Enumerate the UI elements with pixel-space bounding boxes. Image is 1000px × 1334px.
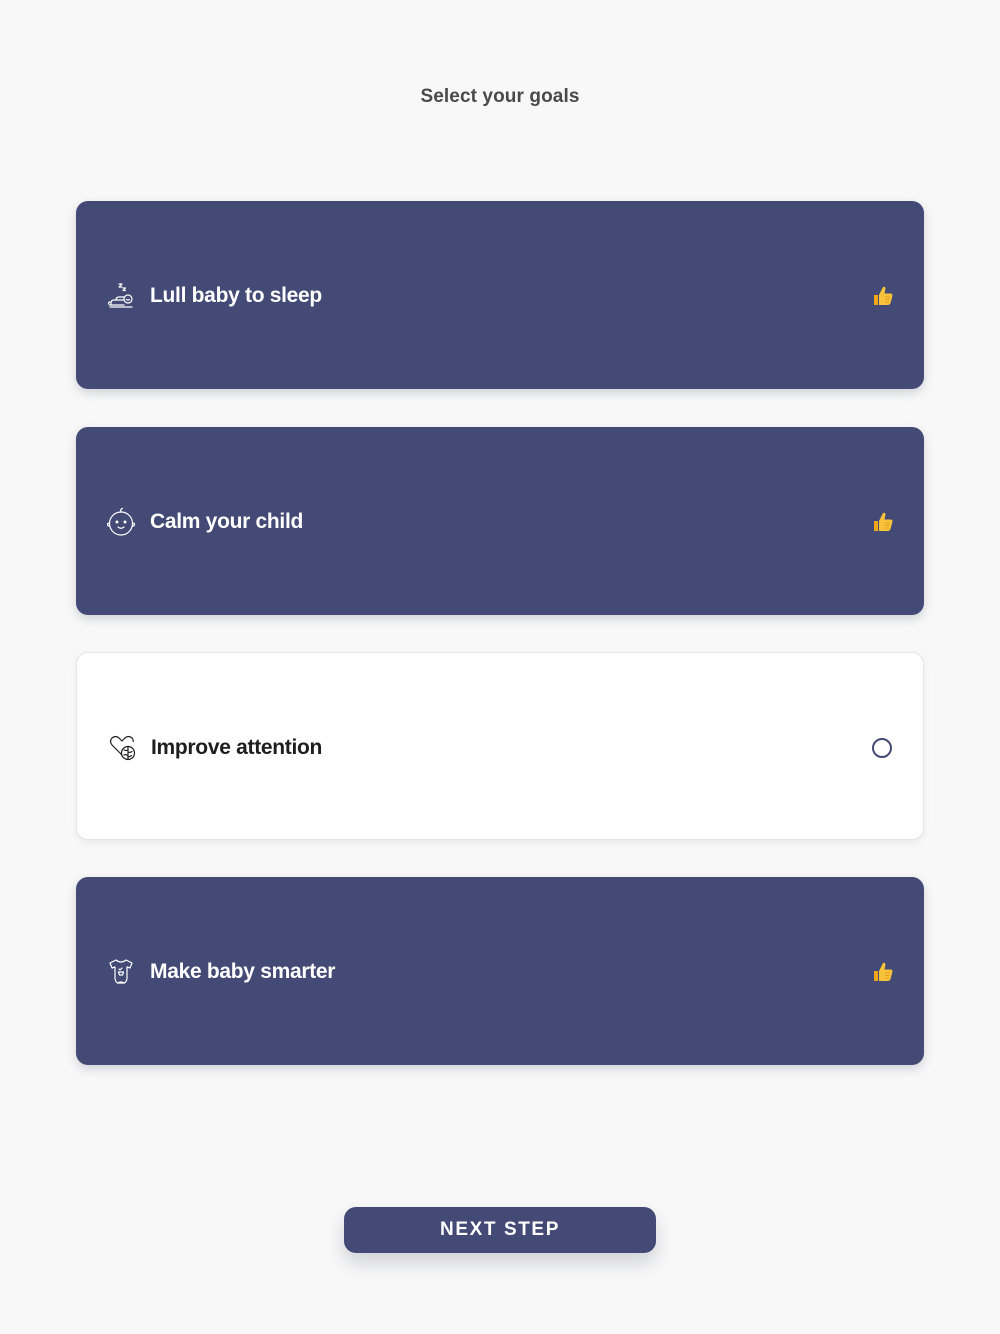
goal-card-make-baby-smarter[interactable]: Make baby smarter <box>76 877 924 1065</box>
goal-label: Improve attention <box>151 736 323 759</box>
goal-card-calm-your-child[interactable]: Calm your child <box>76 427 924 615</box>
goal-label: Lull baby to sleep <box>150 284 322 307</box>
page-title: Select your goals <box>420 86 580 107</box>
goal-label: Make baby smarter <box>150 960 336 983</box>
goal-selection-screen: Select your goals Lull baby to sleep Cal… <box>0 0 1000 1334</box>
goal-label: Calm your child <box>150 510 304 533</box>
goal-card-lull-baby-to-sleep[interactable]: Lull baby to sleep <box>76 201 924 389</box>
next-step-button[interactable]: NEXT STEP <box>344 1207 656 1253</box>
thumbs-up-icon <box>870 959 896 985</box>
heart-brain-icon <box>107 733 137 763</box>
thumbs-up-icon <box>870 509 896 535</box>
sleeping-baby-icon <box>106 281 136 311</box>
thumbs-up-icon <box>870 283 896 309</box>
radio-empty-icon <box>869 735 895 761</box>
goal-card-improve-attention[interactable]: Improve attention <box>76 652 924 840</box>
baby-onesie-icon <box>106 957 136 987</box>
baby-face-icon <box>106 507 136 537</box>
